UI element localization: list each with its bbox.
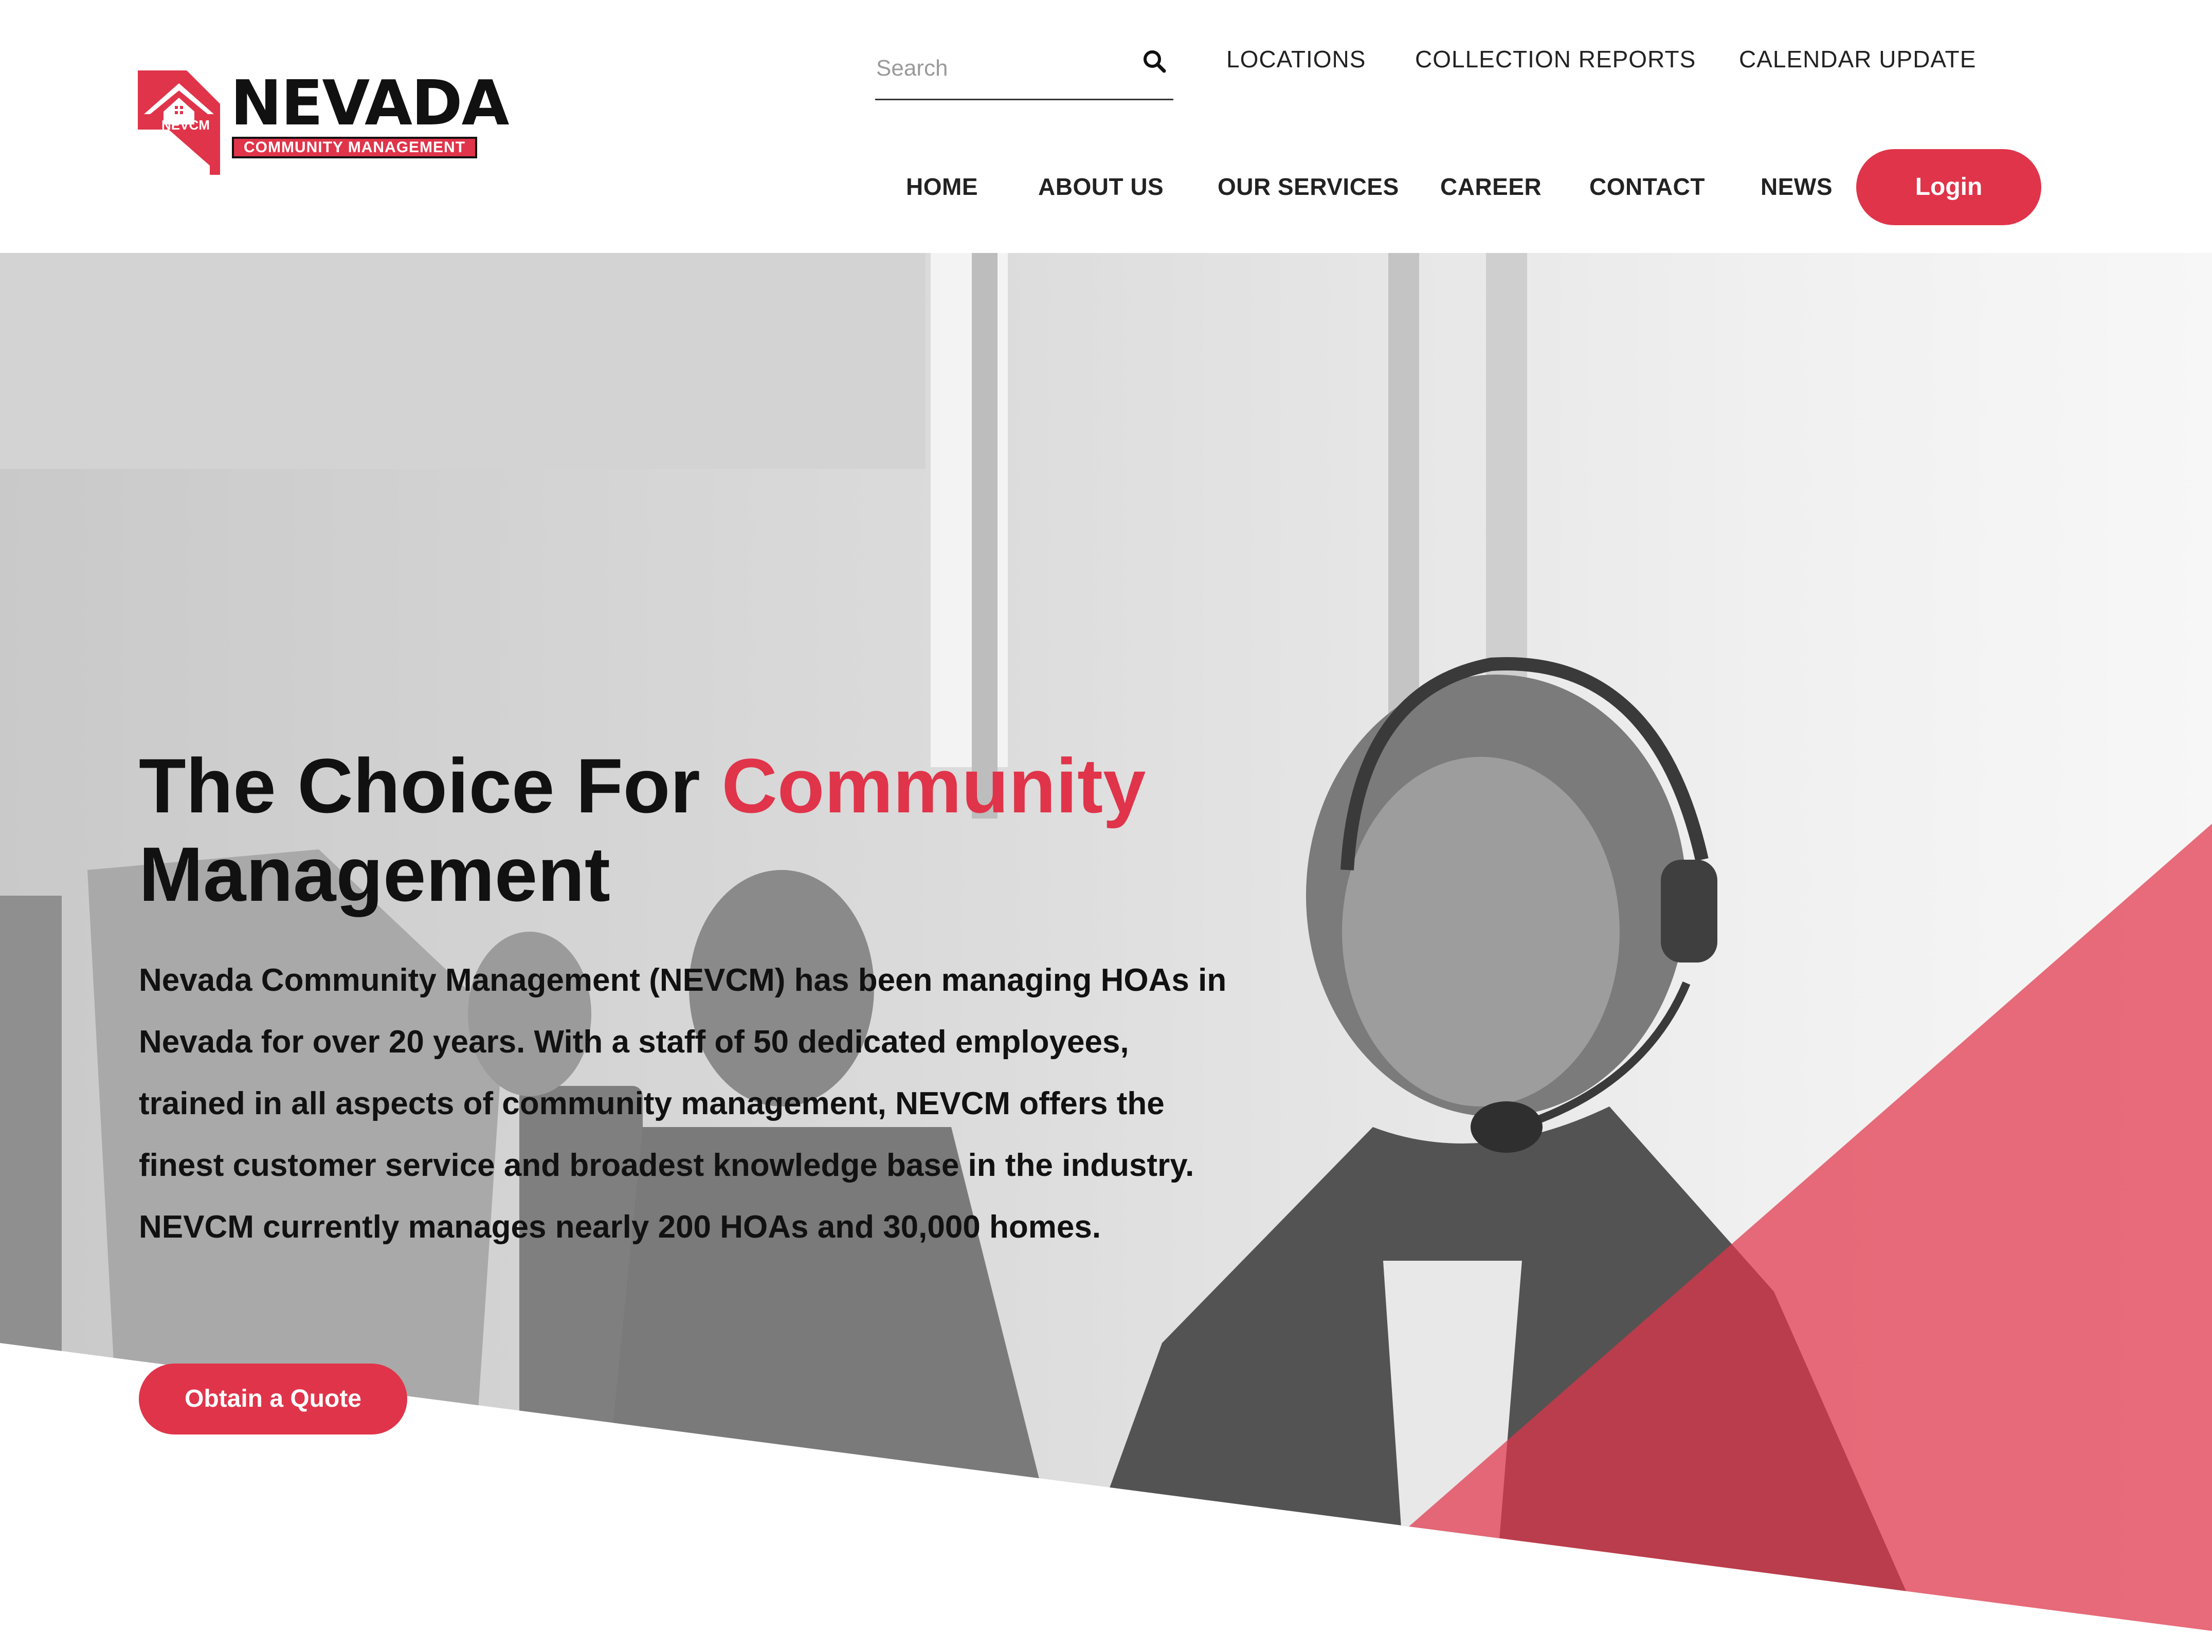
- search-input[interactable]: [875, 37, 1124, 100]
- hero-section: The Choice For Community Management Nevad…: [0, 253, 2212, 1652]
- login-button[interactable]: Login: [1856, 149, 2041, 225]
- nav-about-us[interactable]: ABOUT US: [1038, 173, 1164, 201]
- search-icon[interactable]: [1139, 46, 1170, 77]
- search-box: [875, 37, 1173, 100]
- logo-badge: NEVCM: [161, 117, 210, 133]
- nav-career[interactable]: CAREER: [1440, 173, 1542, 201]
- nav-news[interactable]: NEWS: [1761, 173, 1833, 201]
- hero-title: The Choice For Community Management: [139, 741, 1321, 918]
- site-logo[interactable]: NEVCM NEVADA COMMUNITY MANAGEMENT: [138, 68, 509, 175]
- utility-link-calendar-update[interactable]: CALENDAR UPDATE: [1739, 45, 1976, 73]
- hero-title-part2: Management: [139, 831, 610, 917]
- nav-home[interactable]: HOME: [906, 173, 978, 201]
- logo-tagline: COMMUNITY MANAGEMENT: [232, 137, 477, 158]
- hero-title-part1: The Choice For: [139, 742, 722, 829]
- hero-description: Nevada Community Management (NEVCM) has …: [139, 963, 1227, 1245]
- nav-contact[interactable]: CONTACT: [1589, 173, 1705, 201]
- obtain-quote-button[interactable]: Obtain a Quote: [139, 1364, 407, 1435]
- utility-link-locations[interactable]: LOCATIONS: [1226, 45, 1366, 73]
- utility-link-collection-reports[interactable]: COLLECTION REPORTS: [1415, 45, 1696, 73]
- nav-our-services[interactable]: OUR SERVICES: [1218, 173, 1399, 201]
- logo-wordmark: NEVADA: [230, 68, 509, 139]
- hero-title-accent: Community: [721, 742, 1146, 829]
